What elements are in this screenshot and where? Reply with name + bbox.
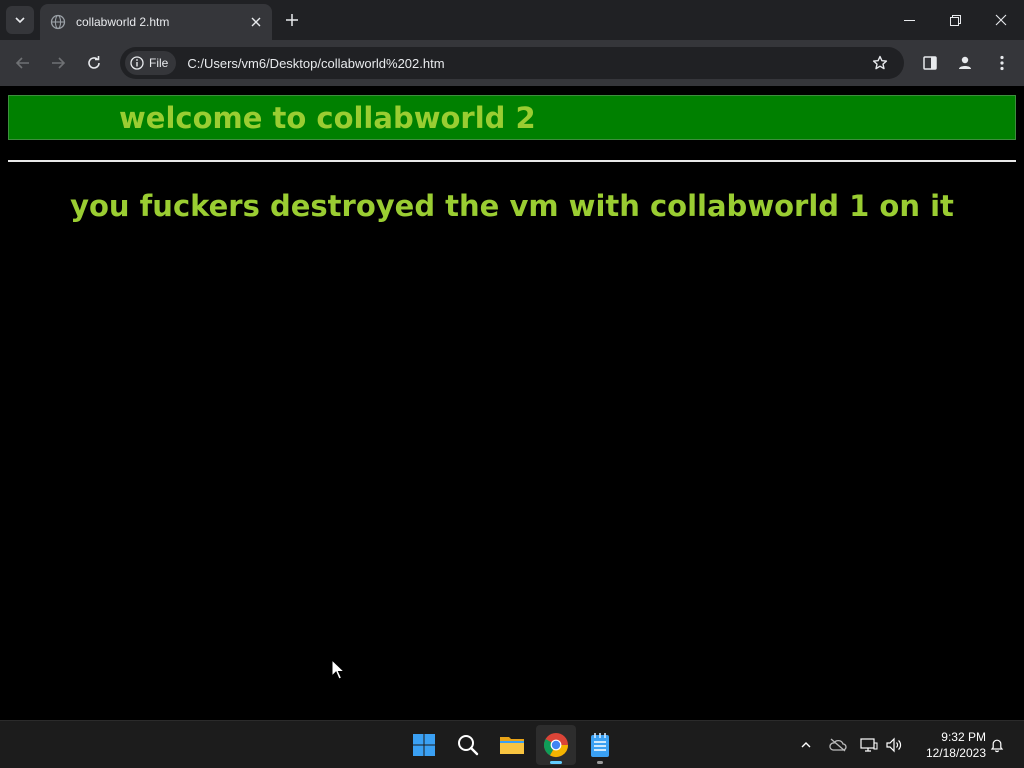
site-info-button[interactable]: File bbox=[125, 51, 177, 75]
welcome-banner: welcome to collabworld 2 bbox=[8, 95, 1016, 140]
volume-button[interactable] bbox=[882, 733, 906, 757]
globe-icon bbox=[50, 14, 66, 30]
profile-icon bbox=[959, 56, 971, 69]
start-icon bbox=[413, 734, 435, 756]
forward-button[interactable] bbox=[44, 49, 72, 77]
browser-tab[interactable]: collabworld 2.htm bbox=[40, 4, 272, 40]
bell-icon bbox=[990, 739, 1004, 753]
notepad-icon bbox=[591, 733, 609, 757]
search-button[interactable] bbox=[448, 725, 488, 765]
bookmark-button[interactable] bbox=[866, 49, 894, 77]
clock-date: 12/18/2023 bbox=[925, 746, 986, 760]
tab-strip: collabworld 2.htm bbox=[0, 0, 1024, 40]
clock-time: 9:32 PM bbox=[941, 730, 986, 744]
chevron-up-icon bbox=[801, 742, 811, 748]
start-button[interactable] bbox=[404, 725, 444, 765]
volume-icon bbox=[886, 737, 902, 753]
reload-button[interactable] bbox=[80, 49, 108, 77]
notifications-button[interactable] bbox=[985, 733, 1009, 757]
tab-title: collabworld 2.htm bbox=[76, 15, 170, 29]
profile-button[interactable] bbox=[951, 49, 979, 77]
chevron-down-icon bbox=[15, 17, 25, 24]
active-indicator bbox=[550, 761, 562, 764]
minimize-button[interactable] bbox=[886, 0, 932, 40]
browser-toolbar: File C:/Users/vm6/Desktop/collabworld%20… bbox=[0, 40, 1024, 86]
tab-search-button[interactable] bbox=[6, 6, 34, 34]
minimize-icon bbox=[903, 19, 915, 21]
info-icon bbox=[130, 56, 144, 70]
cloud-off-icon bbox=[829, 738, 847, 752]
side-panel-button[interactable] bbox=[916, 49, 944, 77]
tab-close-button[interactable] bbox=[246, 12, 266, 32]
chrome-taskbar-button[interactable] bbox=[536, 725, 576, 765]
arrow-left-icon bbox=[15, 57, 29, 69]
restore-icon bbox=[949, 14, 961, 26]
banner-heading: welcome to collabworld 2 bbox=[119, 101, 536, 135]
horizontal-rule bbox=[8, 160, 1016, 162]
arrow-right-icon bbox=[52, 57, 66, 69]
close-icon bbox=[995, 14, 1007, 26]
more-vertical-icon bbox=[1000, 55, 1004, 71]
back-button[interactable] bbox=[9, 49, 37, 77]
file-explorer-button[interactable] bbox=[492, 725, 532, 765]
chrome-icon bbox=[543, 733, 568, 758]
onedrive-button[interactable] bbox=[826, 733, 850, 757]
reload-icon bbox=[88, 56, 100, 69]
show-hidden-icons-button[interactable] bbox=[794, 733, 818, 757]
running-indicator bbox=[597, 761, 603, 764]
security-label: File bbox=[149, 56, 169, 70]
network-icon bbox=[860, 738, 878, 752]
web-page: welcome to collabworld 2 you fuckers des… bbox=[0, 86, 1024, 720]
close-icon bbox=[251, 17, 261, 27]
new-tab-button[interactable] bbox=[280, 8, 304, 32]
search-icon bbox=[458, 735, 479, 756]
browser-menu-button[interactable] bbox=[988, 49, 1016, 77]
side-panel-icon bbox=[923, 56, 937, 70]
taskbar-clock[interactable]: 9:32 PM 12/18/2023 bbox=[914, 729, 986, 761]
mouse-pointer-icon bbox=[331, 659, 345, 680]
notepad-button[interactable] bbox=[580, 725, 620, 765]
address-bar[interactable]: File C:/Users/vm6/Desktop/collabworld%20… bbox=[120, 47, 904, 79]
taskbar: 9:32 PM 12/18/2023 bbox=[0, 720, 1024, 768]
star-icon bbox=[872, 55, 888, 70]
page-headline: you fuckers destroyed the vm with collab… bbox=[70, 189, 954, 223]
restore-button[interactable] bbox=[932, 0, 978, 40]
close-window-button[interactable] bbox=[978, 0, 1024, 40]
url-text[interactable]: C:/Users/vm6/Desktop/collabworld%202.htm bbox=[187, 56, 866, 71]
file-explorer-icon bbox=[500, 737, 524, 754]
plus-icon bbox=[286, 14, 298, 26]
network-button[interactable] bbox=[857, 733, 881, 757]
